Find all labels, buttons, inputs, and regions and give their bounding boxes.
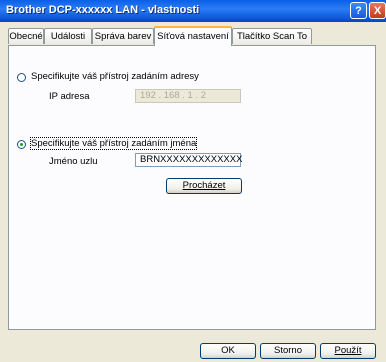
ip-address-field[interactable]: 192 . 168 . 1 . 2: [135, 89, 241, 103]
browse-button-label: Procházet: [182, 180, 226, 191]
apply-button-label: Použít: [334, 345, 362, 356]
cancel-button[interactable]: Storno: [260, 343, 316, 359]
apply-button[interactable]: Použít: [320, 343, 376, 359]
close-button[interactable]: X: [369, 2, 386, 19]
network-settings-panel: Specifikujte váš přístroj zadáním adresy…: [8, 45, 376, 330]
node-name-field[interactable]: BRNXXXXXXXXXXXXX: [135, 153, 242, 167]
tab-udalosti[interactable]: Události: [44, 28, 92, 44]
title-bar[interactable]: Brother DCP-xxxxxx LAN - vlastnosti ? X: [0, 0, 386, 22]
help-button[interactable]: ?: [350, 2, 367, 19]
tab-obecne[interactable]: Obecné: [8, 28, 44, 44]
node-name-label: Jméno uzlu: [49, 156, 98, 167]
tab-sitova-nastaveni[interactable]: Síťová nastavení: [154, 26, 232, 46]
address-radio-label[interactable]: Specifikujte váš přístroj zadáním adresy: [31, 71, 199, 82]
name-radio[interactable]: [17, 140, 26, 149]
ip-address-label: IP adresa: [49, 91, 90, 102]
properties-dialog: Brother DCP-xxxxxx LAN - vlastnosti ? X …: [0, 0, 386, 362]
name-radio-label[interactable]: Specifikujte váš přístroj zadáním jména: [29, 137, 198, 150]
browse-button[interactable]: Procházet: [166, 178, 242, 194]
ok-button[interactable]: OK: [200, 343, 256, 359]
window-title: Brother DCP-xxxxxx LAN - vlastnosti: [6, 4, 200, 16]
tab-tlacitko-scan-to[interactable]: Tlačítko Scan To: [232, 28, 312, 44]
tab-sprava-barev[interactable]: Správa barev: [92, 28, 154, 44]
address-radio[interactable]: [17, 73, 26, 82]
